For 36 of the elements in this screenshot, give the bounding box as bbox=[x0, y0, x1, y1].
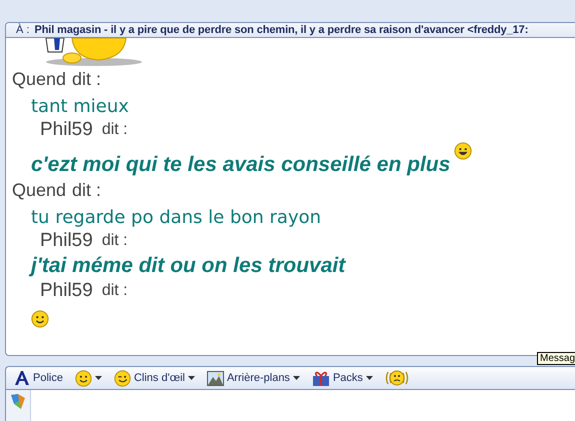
app-logo-icon bbox=[9, 392, 27, 410]
message-text: c'ezt moi qui te les avais conseillé en plus bbox=[31, 153, 450, 177]
said-label: dit : bbox=[72, 180, 102, 200]
wink-button[interactable]: Clins d'œil bbox=[114, 370, 195, 386]
gift-icon bbox=[312, 370, 330, 386]
said-label: dit : bbox=[102, 232, 128, 250]
caret-icon bbox=[366, 376, 373, 380]
smiley-icon bbox=[31, 310, 49, 328]
font-icon bbox=[14, 370, 30, 386]
said-label: dit : bbox=[72, 68, 102, 90]
sender-name: Quend bbox=[12, 180, 66, 200]
tooltip: Messag bbox=[537, 352, 575, 365]
caret-icon bbox=[188, 376, 195, 380]
said-label: dit : bbox=[102, 282, 128, 300]
smiley-button[interactable] bbox=[74, 370, 102, 386]
recipient-label: À : bbox=[16, 24, 30, 36]
background-button[interactable]: Arrière-plans bbox=[206, 370, 300, 386]
message-text: j'tai méme dit ou on les trouvait bbox=[31, 254, 346, 278]
winking-smiley-icon bbox=[114, 370, 131, 386]
caret-icon bbox=[292, 376, 300, 380]
sender-name: Phil59 bbox=[40, 230, 93, 252]
nudge-icon bbox=[384, 369, 409, 387]
smiley-icon bbox=[74, 370, 92, 386]
landscape-icon bbox=[206, 370, 224, 386]
sender-name: Phil59 bbox=[40, 280, 93, 302]
message-text: tu regarde po dans le bon rayon bbox=[31, 207, 322, 228]
conversation-title: Phil magasin - il y a pire que de perdre son chemin, il y a perdre sa raison d'avancer <freddy_17: bbox=[34, 24, 528, 36]
laughing-smiley-icon bbox=[454, 142, 472, 160]
gift-button[interactable]: Packs bbox=[312, 370, 373, 386]
sender-name: Phil59 bbox=[40, 118, 93, 140]
caret-icon bbox=[94, 376, 102, 380]
font-button[interactable]: Police bbox=[14, 370, 63, 386]
said-label: dit : bbox=[102, 120, 128, 138]
nudge-button[interactable] bbox=[384, 369, 409, 387]
message-text: tant mieux bbox=[31, 96, 129, 117]
sender-name: Quend bbox=[12, 68, 66, 90]
